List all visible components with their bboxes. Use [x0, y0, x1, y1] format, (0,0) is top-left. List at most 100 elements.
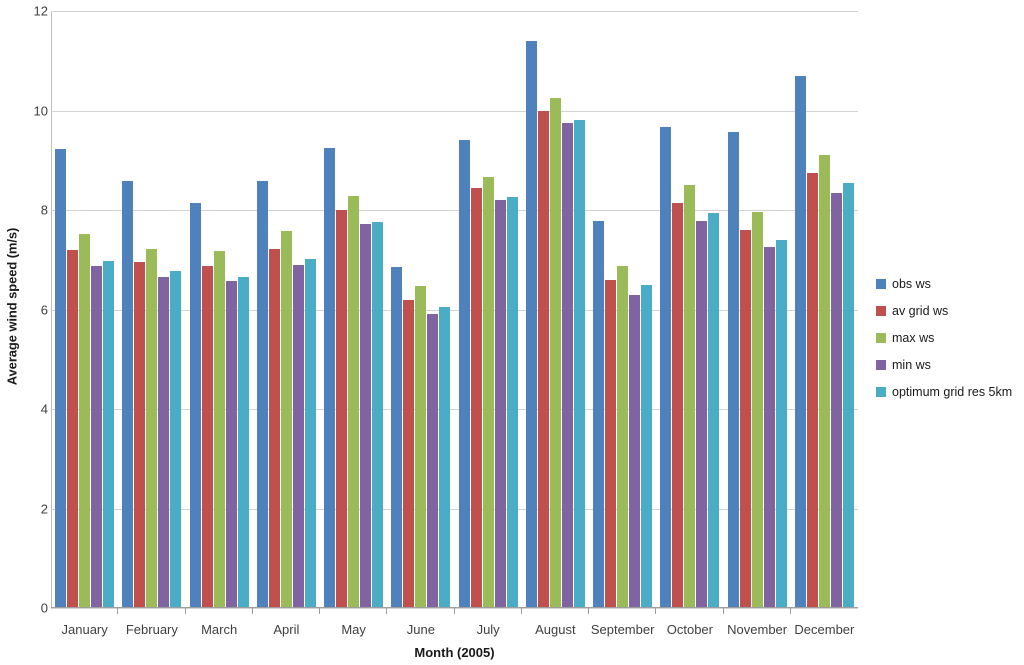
- category-separator-tick: [319, 608, 320, 614]
- legend-swatch-icon: [876, 386, 886, 397]
- bar[interactable]: [525, 40, 537, 608]
- legend-item[interactable]: av grid ws: [876, 297, 1024, 324]
- bar-slot: [372, 11, 384, 608]
- legend-swatch-icon: [876, 305, 886, 316]
- category-separator-tick: [588, 608, 589, 614]
- bar[interactable]: [842, 182, 854, 608]
- bar[interactable]: [506, 196, 518, 608]
- bar[interactable]: [739, 229, 751, 608]
- bar[interactable]: [830, 192, 842, 608]
- bar[interactable]: [304, 258, 316, 608]
- bar[interactable]: [775, 239, 787, 608]
- bar[interactable]: [605, 279, 617, 608]
- bar[interactable]: [629, 294, 641, 608]
- bar[interactable]: [348, 196, 360, 608]
- bar-group: [791, 11, 858, 608]
- bar[interactable]: [122, 181, 134, 608]
- y-axis-tick-label: 2: [40, 501, 48, 516]
- bar-slot: [67, 11, 79, 608]
- bar[interactable]: [280, 230, 292, 608]
- bar[interactable]: [201, 265, 213, 608]
- bar[interactable]: [696, 220, 708, 608]
- bar[interactable]: [55, 149, 67, 608]
- bar[interactable]: [67, 249, 79, 608]
- x-axis-tick-label: October: [666, 622, 713, 637]
- bar-slot: [727, 11, 739, 608]
- legend-swatch-icon: [876, 332, 886, 343]
- bar[interactable]: [617, 266, 629, 608]
- y-axis-tick-label: 8: [40, 202, 48, 218]
- bar[interactable]: [403, 299, 415, 608]
- bar[interactable]: [818, 155, 830, 608]
- category-separator-tick: [520, 608, 522, 614]
- bar[interactable]: [360, 223, 372, 608]
- bar[interactable]: [593, 220, 605, 608]
- bar-slot: [739, 11, 751, 608]
- bar[interactable]: [103, 261, 115, 608]
- bar-slot: [256, 11, 268, 608]
- bar-slot: [751, 11, 763, 608]
- bar-slot: [237, 11, 249, 608]
- legend-item[interactable]: optimum grid res 5km: [876, 378, 1024, 405]
- bar[interactable]: [751, 211, 763, 608]
- bar[interactable]: [213, 251, 225, 608]
- y-axis-tick-label: 4: [40, 401, 48, 417]
- bar[interactable]: [727, 131, 739, 608]
- bar[interactable]: [189, 202, 201, 608]
- x-axis-line: [51, 607, 858, 608]
- bar-group: [522, 11, 589, 614]
- bar[interactable]: [708, 212, 720, 608]
- bar[interactable]: [482, 176, 494, 608]
- bar[interactable]: [672, 202, 684, 608]
- bar-slot: [506, 11, 518, 608]
- bar[interactable]: [494, 200, 506, 608]
- legend-item[interactable]: obs ws: [876, 270, 1024, 297]
- bar-slot: [348, 11, 360, 608]
- bar-slot: [684, 11, 696, 608]
- bar[interactable]: [225, 281, 237, 608]
- bar[interactable]: [427, 314, 439, 608]
- bar[interactable]: [641, 284, 653, 608]
- bar[interactable]: [292, 264, 304, 608]
- bar-slot: [225, 11, 237, 608]
- bar[interactable]: [763, 247, 775, 608]
- bar[interactable]: [660, 126, 672, 608]
- bar[interactable]: [470, 187, 482, 608]
- bar[interactable]: [372, 222, 384, 608]
- bar[interactable]: [324, 147, 336, 608]
- category-separator-tick: [453, 608, 455, 614]
- bar[interactable]: [458, 140, 470, 608]
- bar[interactable]: [91, 266, 103, 608]
- bar[interactable]: [549, 98, 561, 608]
- bar[interactable]: [158, 277, 170, 608]
- bar[interactable]: [537, 110, 549, 608]
- bar[interactable]: [79, 233, 91, 608]
- category-separator-tick: [655, 608, 657, 614]
- bar-slot: [391, 11, 403, 608]
- bar[interactable]: [561, 122, 573, 608]
- bar[interactable]: [268, 248, 280, 608]
- bar-group: [656, 11, 724, 614]
- bar-slot: [641, 11, 653, 608]
- bar[interactable]: [573, 120, 585, 608]
- bar[interactable]: [134, 262, 146, 608]
- bar[interactable]: [170, 271, 182, 608]
- bar[interactable]: [146, 248, 158, 608]
- bar[interactable]: [391, 267, 403, 608]
- legend-item[interactable]: max ws: [876, 324, 1024, 351]
- x-axis-tick-label: September: [590, 622, 655, 637]
- legend-item[interactable]: min ws: [876, 351, 1024, 378]
- bar[interactable]: [684, 185, 696, 608]
- bar[interactable]: [806, 172, 818, 608]
- bar-slot: [170, 11, 182, 608]
- bar[interactable]: [439, 307, 451, 608]
- bar[interactable]: [256, 181, 268, 608]
- bar-slot: [55, 11, 67, 608]
- legend-label: obs ws: [892, 276, 931, 291]
- bar[interactable]: [336, 210, 348, 608]
- bar-slot: [134, 11, 146, 608]
- bar[interactable]: [415, 285, 427, 608]
- y-axis-tick-label: 12: [33, 3, 48, 19]
- bar[interactable]: [794, 75, 806, 608]
- bar[interactable]: [237, 277, 249, 608]
